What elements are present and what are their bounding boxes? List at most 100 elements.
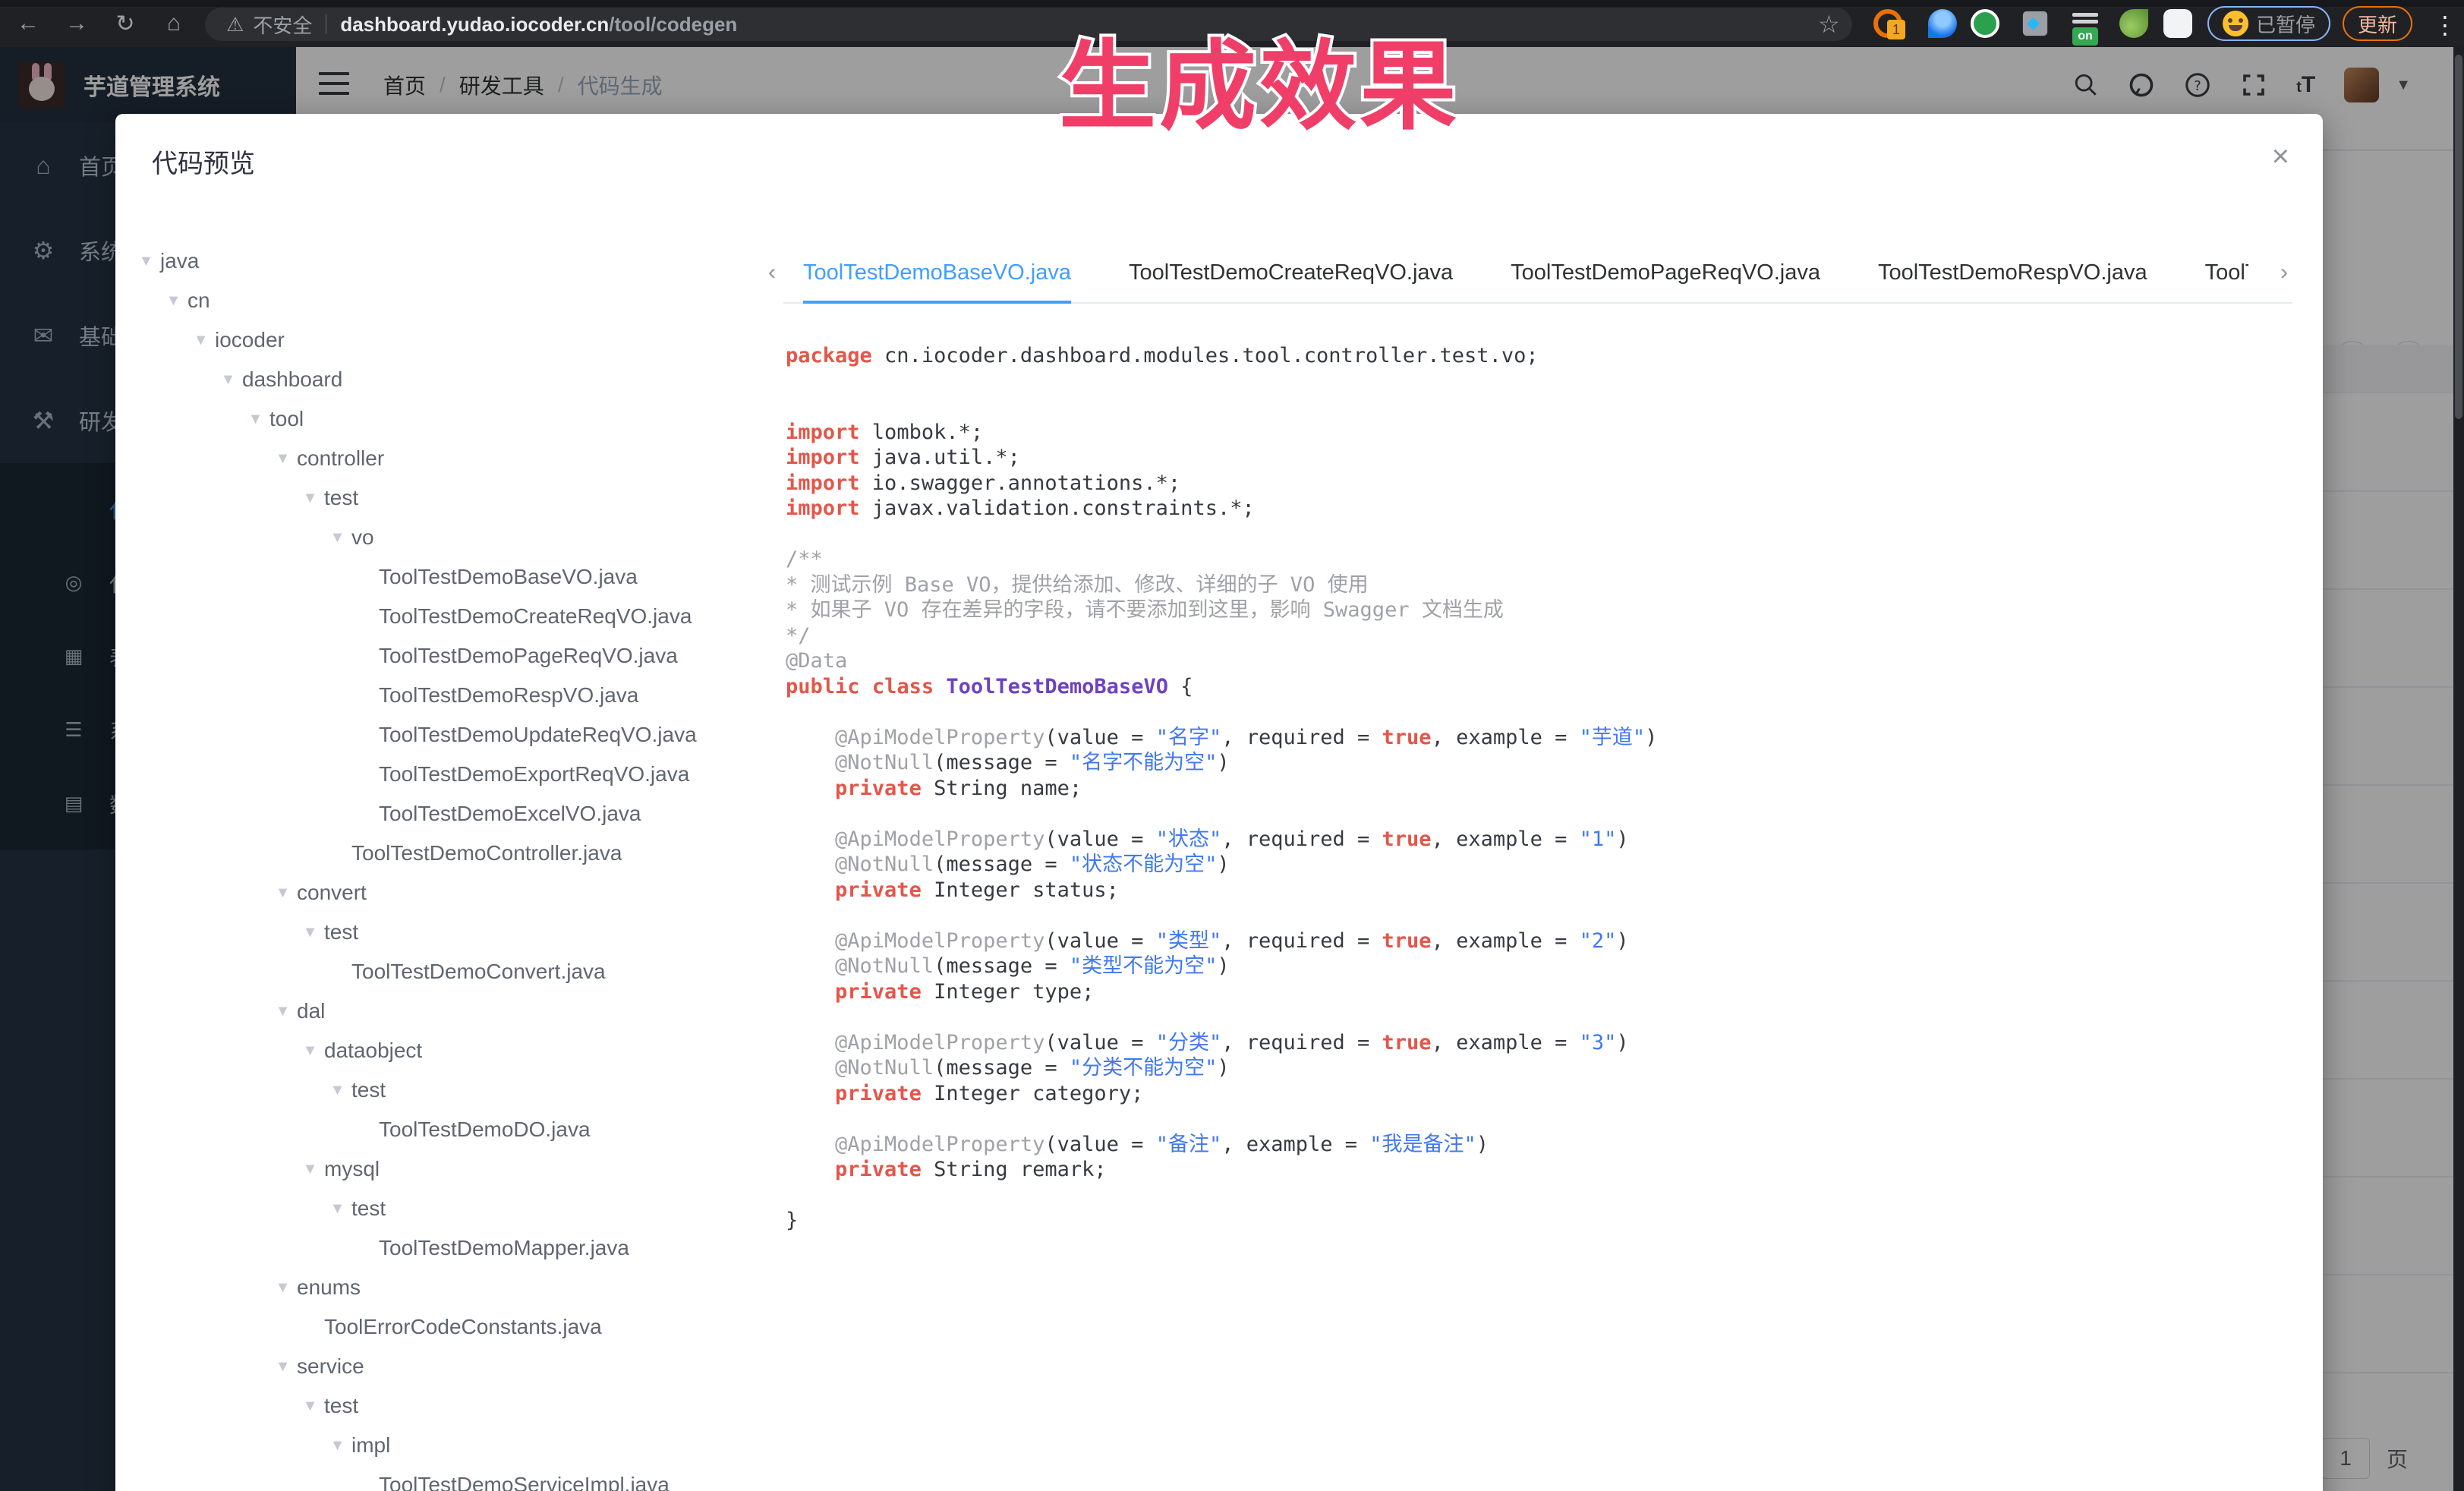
tree-file[interactable]: ToolTestDemoExcelVO.java (132, 794, 770, 834)
tabs-next-icon[interactable]: › (2280, 260, 2288, 285)
caret-down-icon[interactable]: ▼ (269, 1279, 297, 1297)
annotation-text: 生成效果 (1059, 8, 1460, 148)
code-line: @ApiModelProperty(value = "类型", required… (786, 928, 2300, 954)
caret-down-icon[interactable]: ▼ (323, 1082, 351, 1099)
scrollbar-thumb[interactable] (2455, 55, 2462, 419)
tree-folder[interactable]: ▼enums (132, 1268, 770, 1307)
tree-folder[interactable]: ▼iocoder (132, 320, 770, 360)
extension-icon-2[interactable] (1928, 9, 1957, 38)
caret-down-icon[interactable]: ▼ (214, 371, 242, 389)
browser-menu-icon[interactable]: ⋮ (2433, 11, 2457, 39)
code-line: private Integer type; (786, 979, 2300, 1005)
code-line: import lombok.*; (786, 420, 2300, 446)
extension-icon-5[interactable]: on (2071, 9, 2100, 38)
extension-icon-4[interactable]: ◆ (2023, 11, 2047, 36)
tree-file[interactable]: ToolTestDemoConvert.java (132, 952, 770, 991)
update-browser-button[interactable]: 更新 (2343, 6, 2412, 41)
tree-folder[interactable]: ▼dataobject (132, 1031, 770, 1070)
address-bar[interactable]: ⚠ 不安全 dashboard.yudao.iocoder.cn /tool/c… (205, 8, 1852, 41)
tree-file[interactable]: ToolTestDemoServiceImpl.java (132, 1465, 770, 1491)
tree-folder[interactable]: ▼controller (132, 439, 770, 478)
tab-ToolTestDemoPageReqVO.java[interactable]: ToolTestDemoPageReqVO.java (1511, 260, 1820, 285)
caret-down-icon[interactable]: ▼ (296, 1161, 324, 1178)
tree-folder[interactable]: ▼impl (132, 1426, 770, 1465)
browser-scrollbar[interactable] (2453, 47, 2464, 1491)
tree-folder[interactable]: ▼dashboard (132, 360, 770, 399)
tree-folder[interactable]: ▼dal (132, 991, 770, 1031)
caret-down-icon[interactable]: ▼ (323, 1437, 351, 1455)
extensions-puzzle-icon[interactable] (2163, 9, 2192, 38)
tree-file[interactable]: ToolTestDemoCreateReqVO.java (132, 597, 770, 636)
tree-file[interactable]: ToolTestDemoMapper.java (132, 1228, 770, 1268)
caret-down-icon[interactable]: ▼ (241, 411, 269, 428)
extension-icon-1[interactable]: 1 (1873, 9, 1902, 38)
caret-down-icon[interactable]: ▼ (269, 1358, 297, 1376)
tabs-active-underline (803, 301, 1071, 304)
tree-file[interactable]: ToolTestDemoDO.java (132, 1110, 770, 1149)
code-viewer[interactable]: package cn.iocoder.dashboard.modules.too… (786, 343, 2300, 1491)
home-icon[interactable]: ⌂ (156, 6, 191, 41)
caret-down-icon[interactable]: ▼ (296, 490, 324, 507)
code-line (786, 699, 2300, 725)
tree-folder[interactable]: ▼java (132, 241, 770, 281)
bookmark-star-icon[interactable]: ☆ (1818, 10, 1840, 39)
tree-file[interactable]: ToolTestDemoController.java (132, 834, 770, 873)
tabs-zone: ‹ › ToolTestDemoBaseVO.java ToolTestDemoC… (768, 243, 2292, 304)
caret-down-icon[interactable]: ▼ (187, 332, 215, 349)
tree-folder[interactable]: ▼test (132, 1386, 770, 1426)
tree-folder[interactable]: ▼test (132, 1189, 770, 1228)
extension-icon-6[interactable] (2119, 9, 2148, 38)
caret-down-icon[interactable]: ▼ (269, 450, 297, 468)
tree-file[interactable]: ToolTestDemoExportReqVO.java (132, 755, 770, 794)
paused-profile-chip[interactable]: 已暂停 (2207, 6, 2330, 41)
tabs-strip: ToolTestDemoBaseVO.java ToolTestDemoCreat… (803, 243, 2248, 302)
code-line: @ApiModelProperty(value = "状态", required… (786, 827, 2300, 853)
tab-ToolTestDemoCreateReqVO.java[interactable]: ToolTestDemoCreateReqVO.java (1129, 260, 1453, 285)
tree-folder[interactable]: ▼tool (132, 399, 770, 439)
tree-file[interactable]: ToolTestDemoPageReqVO.java (132, 636, 770, 676)
tree-file[interactable]: ToolErrorCodeConstants.java (132, 1307, 770, 1347)
code-preview-dialog: 代码预览 × ▼java▼cn▼iocoder▼dashboard▼tool▼c… (115, 114, 2323, 1491)
security-label: 不安全 (253, 11, 312, 39)
code-line (786, 1183, 2300, 1209)
extension-icon-3[interactable] (1971, 9, 1999, 38)
code-line: @NotNull(message = "状态不能为空") (786, 852, 2300, 878)
caret-down-icon[interactable]: ▼ (323, 1200, 351, 1218)
on-badge: on (2072, 27, 2098, 46)
code-line: @Data (786, 648, 2300, 674)
tree-folder[interactable]: ▼test (132, 1070, 770, 1110)
tree-folder[interactable]: ▼test (132, 913, 770, 952)
caret-down-icon[interactable]: ▼ (296, 1398, 324, 1415)
tree-file[interactable]: ToolTestDemoBaseVO.java (132, 557, 770, 597)
code-line: public class ToolTestDemoBaseVO { (786, 674, 2300, 700)
tree-folder[interactable]: ▼cn (132, 281, 770, 320)
tab-ToolTestDemoBaseVO.java[interactable]: ToolTestDemoBaseVO.java (803, 260, 1071, 285)
tree-file[interactable]: ToolTestDemoRespVO.java (132, 676, 770, 715)
caret-down-icon[interactable]: ▼ (269, 884, 297, 902)
tabs-prev-icon[interactable]: ‹ (768, 260, 776, 285)
tree-folder[interactable]: ▼mysql (132, 1149, 770, 1189)
code-line: @ApiModelProperty(value = "分类", required… (786, 1030, 2300, 1056)
close-icon[interactable]: × (2272, 141, 2289, 172)
caret-down-icon[interactable]: ▼ (159, 292, 187, 310)
caret-down-icon[interactable]: ▼ (269, 1003, 297, 1020)
reload-icon[interactable]: ↻ (108, 6, 143, 41)
back-icon[interactable]: ← (11, 6, 46, 41)
caret-down-icon[interactable]: ▼ (296, 924, 324, 941)
forward-icon[interactable]: → (59, 6, 94, 41)
screenshot-stage: ← → ↻ ⌂ ⚠ 不安全 dashboard.yudao.iocoder.cn… (0, 0, 2464, 1491)
tree-folder[interactable]: ▼service (132, 1347, 770, 1386)
caret-down-icon[interactable]: ▼ (296, 1042, 324, 1060)
code-line: */ (786, 623, 2300, 649)
code-line: } (786, 1208, 2300, 1234)
caret-down-icon[interactable]: ▼ (323, 529, 351, 547)
code-line: @ApiModelProperty(value = "名字", required… (786, 725, 2300, 751)
tab-ToolTestDemoRespVO.java[interactable]: ToolTestDemoRespVO.java (1878, 260, 2147, 285)
tree-folder[interactable]: ▼test (132, 478, 770, 518)
tree-file[interactable]: ToolTestDemoUpdateReqVO.java (132, 715, 770, 755)
caret-down-icon[interactable]: ▼ (132, 253, 160, 270)
tree-folder[interactable]: ▼convert (132, 873, 770, 913)
tab-ToolTestDemoUpdateReqVO.java[interactable]: ToolTestDemoUpdateReqVO.java (2205, 260, 2248, 285)
tree-folder[interactable]: ▼vo (132, 518, 770, 557)
code-line: private String remark; (786, 1157, 2300, 1183)
